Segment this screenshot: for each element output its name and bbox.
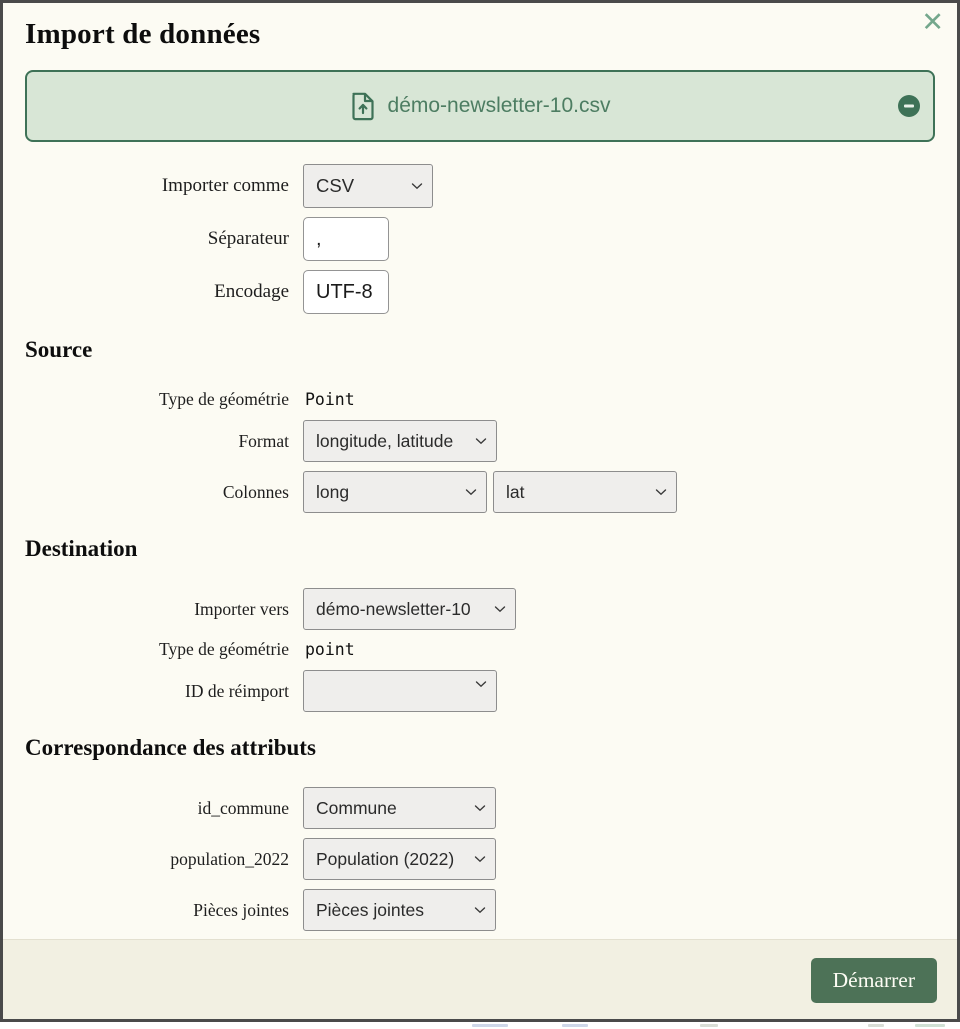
encoding-input[interactable] <box>303 270 389 314</box>
attribute-row: id_commune Commune <box>25 787 935 829</box>
source-geometry-value: Point <box>303 390 355 409</box>
import-as-label: Importer comme <box>25 175 303 197</box>
source-heading: Source <box>25 338 935 361</box>
attribute-label: id_commune <box>25 798 303 819</box>
import-as-select[interactable]: CSV <box>303 164 433 208</box>
latitude-column-select[interactable]: lat <box>493 471 677 513</box>
chevron-down-icon <box>474 855 486 863</box>
import-as-row: Importer comme CSV <box>25 164 935 208</box>
longitude-column-select[interactable]: long <box>303 471 487 513</box>
attribute-value: Commune <box>304 798 427 819</box>
destination-heading: Destination <box>25 537 935 560</box>
separator-input[interactable] <box>303 217 389 261</box>
separator-row: Séparateur <box>25 217 935 261</box>
reimport-id-select[interactable] <box>303 670 497 712</box>
encoding-row: Encodage <box>25 270 935 314</box>
dialog-footer: Démarrer <box>3 939 957 1019</box>
chevron-down-icon <box>475 680 487 688</box>
import-as-value: CSV <box>304 175 384 197</box>
import-to-select[interactable]: démo-newsletter-10 <box>303 588 516 630</box>
attribute-select-population-2022[interactable]: Population (2022) <box>303 838 496 880</box>
import-to-row: Importer vers démo-newsletter-10 <box>25 588 935 630</box>
attribute-mapping-heading: Correspondance des attributs <box>25 736 935 759</box>
format-select[interactable]: longitude, latitude <box>303 420 497 462</box>
format-label: Format <box>25 431 303 452</box>
format-row: Format longitude, latitude <box>25 420 935 462</box>
source-geometry-label: Type de géométrie <box>25 389 303 410</box>
reimport-id-label: ID de réimport <box>25 681 303 702</box>
import-dialog: ✕ Import de données démo-newsletter-10.c… <box>0 0 960 1022</box>
attribute-select-pieces-jointes[interactable]: Pièces jointes <box>303 889 496 931</box>
chevron-down-icon <box>465 488 477 496</box>
destination-geometry-value: point <box>303 640 355 659</box>
page-behind-dialog <box>0 1022 960 1029</box>
columns-row: Colonnes long lat <box>25 471 935 513</box>
chevron-down-icon <box>475 437 487 445</box>
encoding-label: Encodage <box>25 281 303 303</box>
separator-label: Séparateur <box>25 228 303 250</box>
uploaded-file-chip[interactable]: démo-newsletter-10.csv <box>25 70 935 142</box>
latitude-column-value: lat <box>494 482 554 503</box>
chevron-down-icon <box>474 804 486 812</box>
import-to-label: Importer vers <box>25 599 303 620</box>
attribute-label: Pièces jointes <box>25 900 303 921</box>
chevron-down-icon <box>655 488 667 496</box>
remove-file-icon[interactable] <box>898 95 920 117</box>
destination-geometry-row: Type de géométrie point <box>25 639 935 660</box>
start-import-button[interactable]: Démarrer <box>811 958 937 1003</box>
columns-label: Colonnes <box>25 482 303 503</box>
attribute-row: population_2022 Population (2022) <box>25 838 935 880</box>
page-title: Import de données <box>25 18 935 51</box>
attribute-value: Pièces jointes <box>304 900 454 921</box>
longitude-column-value: long <box>304 482 379 503</box>
chevron-down-icon <box>411 182 423 190</box>
attribute-value: Population (2022) <box>304 849 484 870</box>
attribute-label: population_2022 <box>25 849 303 870</box>
destination-geometry-label: Type de géométrie <box>25 639 303 660</box>
close-icon[interactable]: ✕ <box>921 9 944 36</box>
source-geometry-row: Type de géométrie Point <box>25 389 935 410</box>
import-options: Importer comme CSV Séparateur Encodage <box>25 164 935 314</box>
attribute-select-id-commune[interactable]: Commune <box>303 787 496 829</box>
file-upload-icon <box>350 91 376 121</box>
file-name: démo-newsletter-10.csv <box>388 94 611 118</box>
chevron-down-icon <box>494 605 506 613</box>
import-to-value: démo-newsletter-10 <box>304 599 501 620</box>
attribute-row: Pièces jointes Pièces jointes <box>25 889 935 931</box>
format-value: longitude, latitude <box>304 431 483 452</box>
chevron-down-icon <box>474 906 486 914</box>
reimport-id-row: ID de réimport <box>25 670 935 712</box>
